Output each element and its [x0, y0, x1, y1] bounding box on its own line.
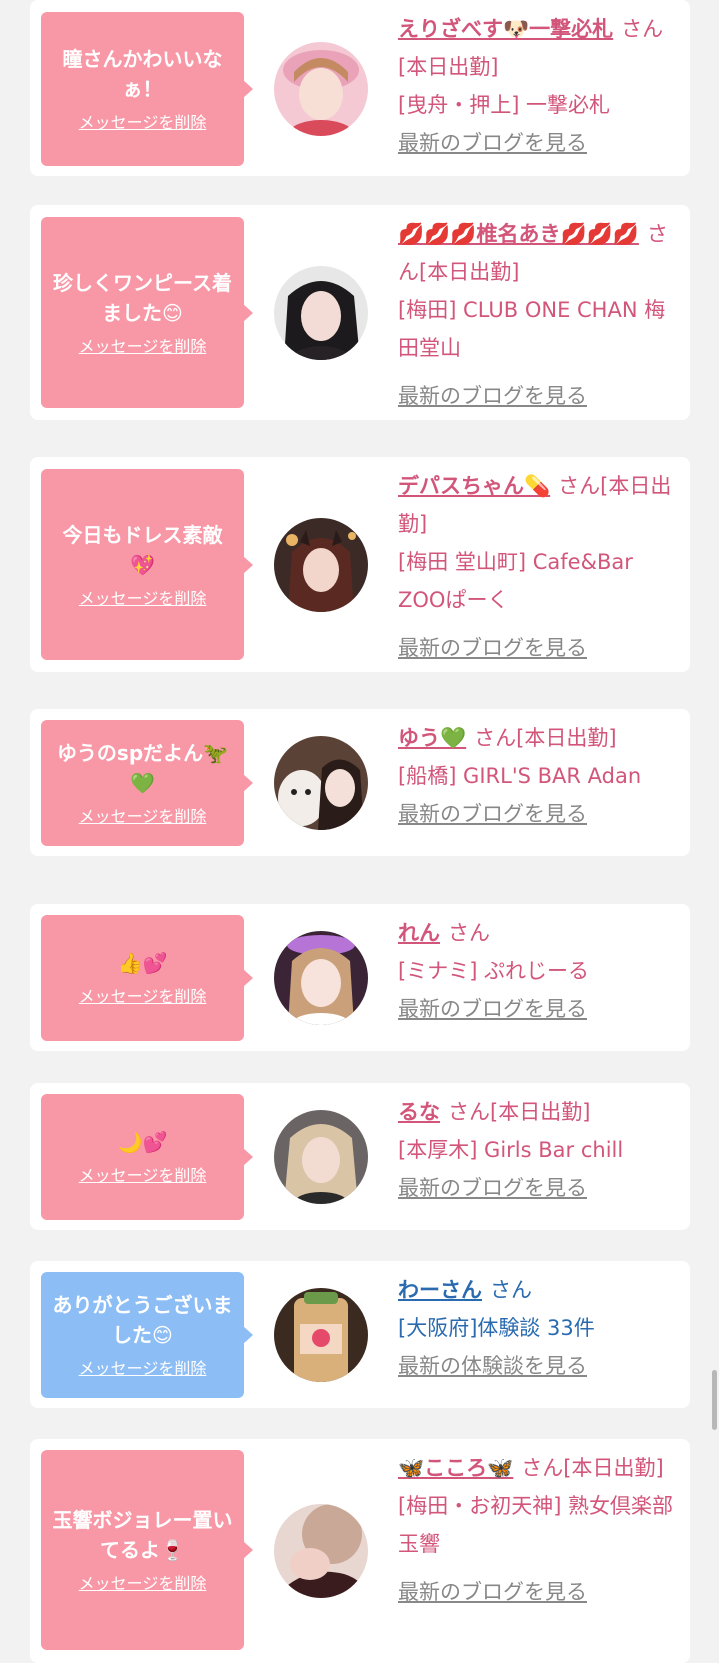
shop-label: [梅田・お初天神] 熟女倶楽部 玉響: [398, 1494, 674, 1556]
sender-name-link[interactable]: 🦋こころ🦋: [398, 1456, 513, 1480]
latest-blog-link[interactable]: 最新のブログを見る: [398, 629, 680, 667]
avatar-photo: [274, 931, 368, 1025]
sender-status: さん[本日出勤]: [521, 1456, 664, 1480]
sender-info: わーさん さん [大阪府]体験談 33件 最新の体験談を見る: [398, 1271, 680, 1385]
sender-info: れん さん [ミナミ] ぷれじーる 最新のブログを見る: [398, 914, 680, 1028]
message-text: 玉響ボジョレー置いてるよ🍷: [52, 1508, 233, 1562]
message-bubble: 瞳さんかわいいなぁ！ メッセージを削除: [41, 12, 253, 166]
latest-blog-link[interactable]: 最新のブログを見る: [398, 1573, 680, 1611]
message-text: 珍しくワンピース着ました😊: [53, 270, 232, 325]
sender-name-link[interactable]: ゆう💚: [398, 726, 466, 750]
avatar[interactable]: [274, 1110, 368, 1204]
delete-message-link[interactable]: メッセージを削除: [79, 1573, 207, 1595]
latest-blog-link[interactable]: 最新のブログを見る: [398, 990, 680, 1028]
sender-name-link[interactable]: デパスちゃん💊: [398, 474, 550, 498]
message-card: 今日もドレス素敵💖 メッセージを削除 デパスちゃん💊 さん[本日出勤] [梅田 堂…: [30, 457, 690, 672]
avatar[interactable]: [274, 42, 368, 136]
message-bubble: 🌙💕 メッセージを削除: [41, 1094, 253, 1220]
sender-status: さん[本日出勤]: [474, 726, 617, 750]
delete-message-link[interactable]: メッセージを削除: [79, 1358, 207, 1380]
message-bubble: 今日もドレス素敵💖 メッセージを削除: [41, 469, 253, 660]
message-text: ありがとうございました😊: [52, 1293, 233, 1347]
sender-info: 💋💋💋椎名あき💋💋💋 さん[本日出勤] [梅田] CLUB ONE CHAN 梅田…: [398, 215, 680, 415]
sender-info: デパスちゃん💊 さん[本日出勤] [梅田 堂山町] Cafe&Bar ZOOぱーく…: [398, 467, 680, 667]
delete-message-link[interactable]: メッセージを削除: [79, 588, 207, 610]
avatar[interactable]: [274, 266, 368, 360]
message-text: 今日もドレス素敵💖: [62, 522, 223, 577]
latest-blog-link[interactable]: 最新のブログを見る: [398, 124, 680, 162]
shop-label: [曳舟・押上] 一撃必札: [398, 93, 611, 117]
latest-experience-link[interactable]: 最新の体験談を見る: [398, 1347, 680, 1385]
sender-name-link[interactable]: わーさん: [398, 1278, 482, 1302]
delete-message-link[interactable]: メッセージを削除: [79, 112, 207, 134]
avatar-photo: [274, 736, 368, 830]
avatar[interactable]: [274, 518, 368, 612]
avatar-photo: [274, 266, 368, 360]
shop-label: [ミナミ] ぷれじーる: [398, 959, 590, 983]
delete-message-link[interactable]: メッセージを削除: [79, 1165, 207, 1187]
shop-label: [梅田] CLUB ONE CHAN 梅田堂山: [398, 298, 666, 360]
delete-message-link[interactable]: メッセージを削除: [79, 806, 207, 828]
sender-info: えりざべす🐶一撃必札 さん[本日出勤] [曳舟・押上] 一撃必札 最新のブログを見…: [398, 10, 680, 162]
sender-status: さん[本日出勤]: [448, 1100, 591, 1124]
message-card: 珍しくワンピース着ました😊 メッセージを削除 💋💋💋椎名あき💋💋💋 さん[本日出勤…: [30, 205, 690, 420]
message-text: ゆうのspだよん🦖💚: [56, 741, 229, 795]
message-bubble: 珍しくワンピース着ました😊 メッセージを削除: [41, 217, 253, 408]
message-card: ありがとうございました😊 メッセージを削除 わーさん さん [大阪府]体験談 33…: [30, 1261, 690, 1408]
avatar[interactable]: [274, 1504, 368, 1598]
avatar[interactable]: [274, 736, 368, 830]
sender-name-link[interactable]: 💋💋💋椎名あき💋💋💋: [398, 222, 639, 246]
scrollbar[interactable]: [712, 1370, 717, 1430]
message-card: 👍💕 メッセージを削除 れん さん [ミナミ] ぷれじーる 最新のブログを見る: [30, 904, 690, 1051]
shop-label: [梅田 堂山町] Cafe&Bar ZOOぱーく: [398, 550, 633, 612]
delete-message-link[interactable]: メッセージを削除: [79, 986, 207, 1008]
sender-info: るな さん[本日出勤] [本厚木] Girls Bar chill 最新のブログを…: [398, 1093, 680, 1207]
message-bubble: ゆうのspだよん🦖💚 メッセージを削除: [41, 720, 253, 846]
delete-message-link[interactable]: メッセージを削除: [79, 336, 207, 358]
latest-blog-link[interactable]: 最新のブログを見る: [398, 795, 680, 833]
sender-name-link[interactable]: れん: [398, 921, 440, 945]
latest-blog-link[interactable]: 最新のブログを見る: [398, 377, 680, 415]
shop-label: [大阪府]体験談 33件: [398, 1316, 595, 1340]
message-bubble: 玉響ボジョレー置いてるよ🍷 メッセージを削除: [41, 1450, 253, 1650]
message-text: 👍💕: [117, 951, 168, 975]
shop-label: [船橋] GIRL'S BAR Adan: [398, 764, 642, 788]
sender-info: 🦋こころ🦋 さん[本日出勤] [梅田・お初天神] 熟女倶楽部 玉響 最新のブログを…: [398, 1449, 680, 1611]
message-card: ゆうのspだよん🦖💚 メッセージを削除 ゆう💚 さん[本日出勤] [船橋] GIR…: [30, 709, 690, 856]
sender-info: ゆう💚 さん[本日出勤] [船橋] GIRL'S BAR Adan 最新のブログを…: [398, 719, 680, 833]
avatar[interactable]: [274, 931, 368, 1025]
message-text: 瞳さんかわいいなぁ！: [62, 47, 223, 101]
shop-label: [本厚木] Girls Bar chill: [398, 1138, 624, 1162]
latest-blog-link[interactable]: 最新のブログを見る: [398, 1169, 680, 1207]
sender-name-link[interactable]: えりざべす🐶一撃必札: [398, 17, 613, 41]
avatar[interactable]: [274, 1288, 368, 1382]
avatar-photo: [274, 518, 368, 612]
sender-name-link[interactable]: るな: [398, 1100, 440, 1124]
message-text: 🌙💕: [117, 1130, 168, 1154]
avatar-photo: [274, 42, 368, 136]
message-bubble: 👍💕 メッセージを削除: [41, 915, 253, 1041]
message-card: 🌙💕 メッセージを削除 るな さん[本日出勤] [本厚木] Girls Bar c…: [30, 1083, 690, 1230]
avatar-photo: [274, 1504, 368, 1598]
avatar-photo: [274, 1110, 368, 1204]
message-card: 玉響ボジョレー置いてるよ🍷 メッセージを削除 🦋こころ🦋 さん[本日出勤] [梅田…: [30, 1439, 690, 1663]
message-bubble: ありがとうございました😊 メッセージを削除: [41, 1272, 253, 1398]
sender-status: さん: [448, 921, 490, 945]
message-card: 瞳さんかわいいなぁ！ メッセージを削除 えりざべす🐶一撃必札 さん[本日出勤] […: [30, 0, 690, 176]
avatar-photo: [274, 1288, 368, 1382]
sender-status: さん: [490, 1278, 532, 1302]
